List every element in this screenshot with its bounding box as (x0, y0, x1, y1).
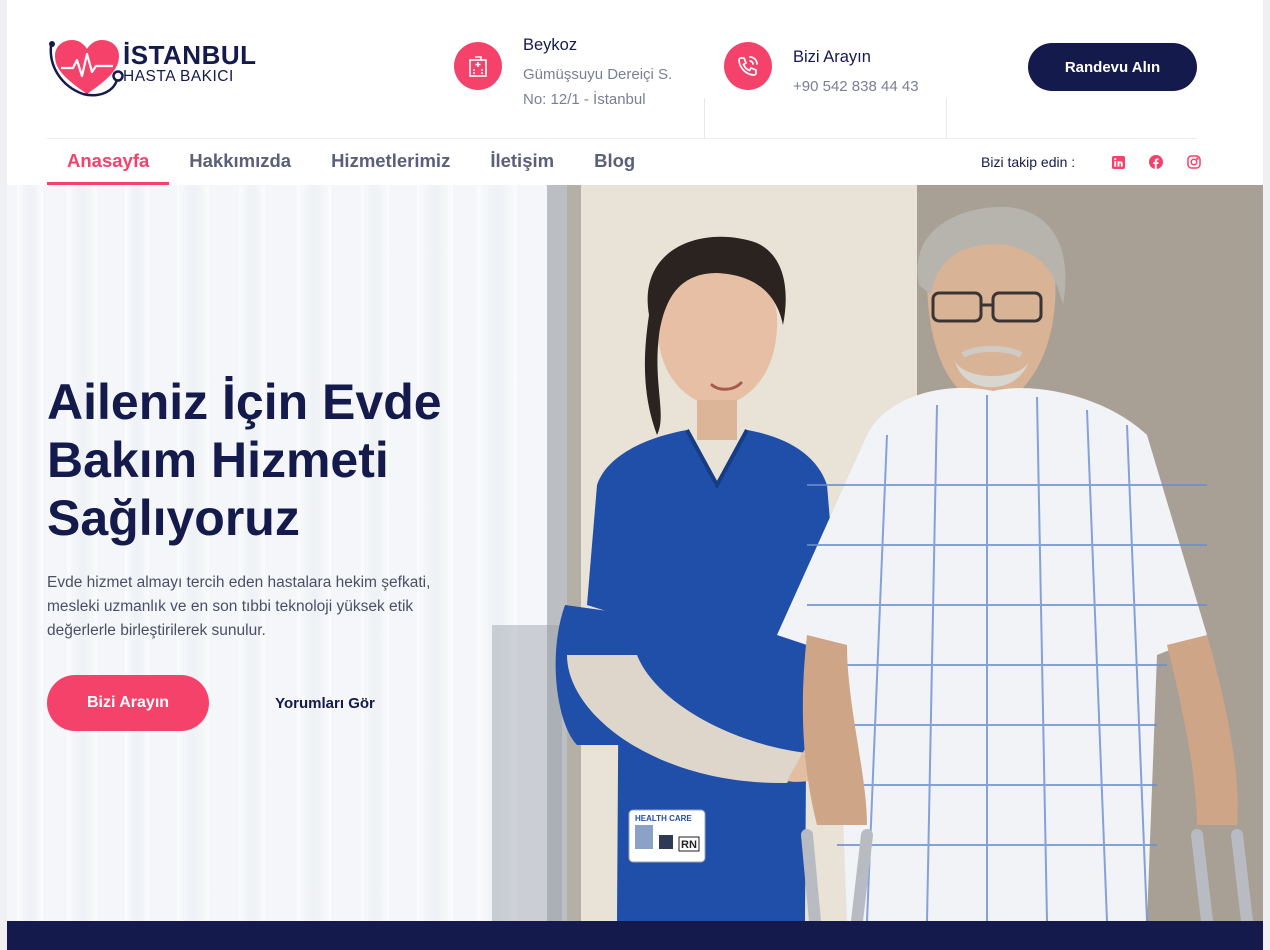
logo-text: İSTANBUL HASTA BAKICI (123, 42, 257, 86)
hero-headline-line-1: Aileniz İçin Evde (47, 374, 442, 430)
phone-number[interactable]: +90 542 838 44 43 (793, 74, 919, 99)
header-phone[interactable]: Bizi Arayın +90 542 838 44 43 (724, 36, 944, 116)
address-line-2: No: 12/1 - İstanbul (523, 91, 646, 108)
phone-label: Bizi Arayın (793, 48, 871, 66)
phone-call-icon (724, 42, 772, 90)
badge-brand-text: HEALTH CARE (635, 814, 692, 823)
badge-role-text: RN (681, 839, 697, 851)
call-us-button[interactable]: Bizi Arayın (47, 675, 209, 731)
site-logo[interactable]: İSTANBUL HASTA BAKICI (47, 36, 257, 98)
facebook-icon[interactable] (1145, 151, 1167, 173)
header-divider (946, 98, 947, 138)
header-address: Beykoz Gümüşsuyu Dereiçi S. No: 12/1 - İ… (454, 36, 694, 116)
main-nav: Anasayfa Hakkımızda Hizmetlerimiz İletiş… (47, 139, 655, 185)
social-follow: Bizi takip edin : (981, 152, 1205, 172)
nav-item-blog[interactable]: Blog (574, 139, 655, 185)
follow-label: Bizi takip edin : (981, 154, 1076, 170)
address-lines: Gümüşsuyu Dereiçi S. No: 12/1 - İstanbul (523, 62, 672, 112)
nav-item-services[interactable]: Hizmetlerimiz (311, 139, 470, 185)
logo-subtitle: HASTA BAKICI (123, 68, 234, 85)
instagram-icon[interactable] (1183, 151, 1205, 173)
caregiver-with-patient-illustration: HEALTH CARE RN (555, 185, 1263, 921)
address-line-1: Gümüşsuyu Dereiçi S. (523, 66, 673, 83)
hero-headline: Aileniz İçin Evde Bakım Hizmeti Sağlıyor… (47, 373, 517, 547)
hospital-building-icon (454, 42, 502, 90)
logo-title: İSTANBUL (123, 40, 257, 70)
address-district: Beykoz (523, 36, 578, 54)
nav-item-about[interactable]: Hakkımızda (169, 139, 311, 185)
hero-headline-line-2: Bakım Hizmeti (47, 432, 389, 488)
appointment-button[interactable]: Randevu Alın (1028, 43, 1197, 91)
nav-item-home[interactable]: Anasayfa (47, 139, 170, 185)
header-divider (704, 98, 705, 138)
linkedin-icon[interactable] (1107, 151, 1129, 173)
footer-band (7, 921, 1263, 950)
page: İSTANBUL HASTA BAKICI Beykoz Gümüşsuyu D… (7, 0, 1263, 950)
hero-headline-line-3: Sağlıyoruz (47, 490, 300, 546)
hero-section: HEALTH CARE RN Aileniz İçin Evde Bakım H… (7, 185, 1263, 921)
heart-stethoscope-logo-icon (49, 40, 124, 97)
hero-subtitle: Evde hizmet almayı tercih eden hastalara… (47, 574, 431, 639)
view-reviews-link[interactable]: Yorumları Gör (265, 690, 385, 716)
site-header: İSTANBUL HASTA BAKICI Beykoz Gümüşsuyu D… (7, 0, 1263, 138)
nav-item-contact[interactable]: İletişim (470, 139, 574, 185)
